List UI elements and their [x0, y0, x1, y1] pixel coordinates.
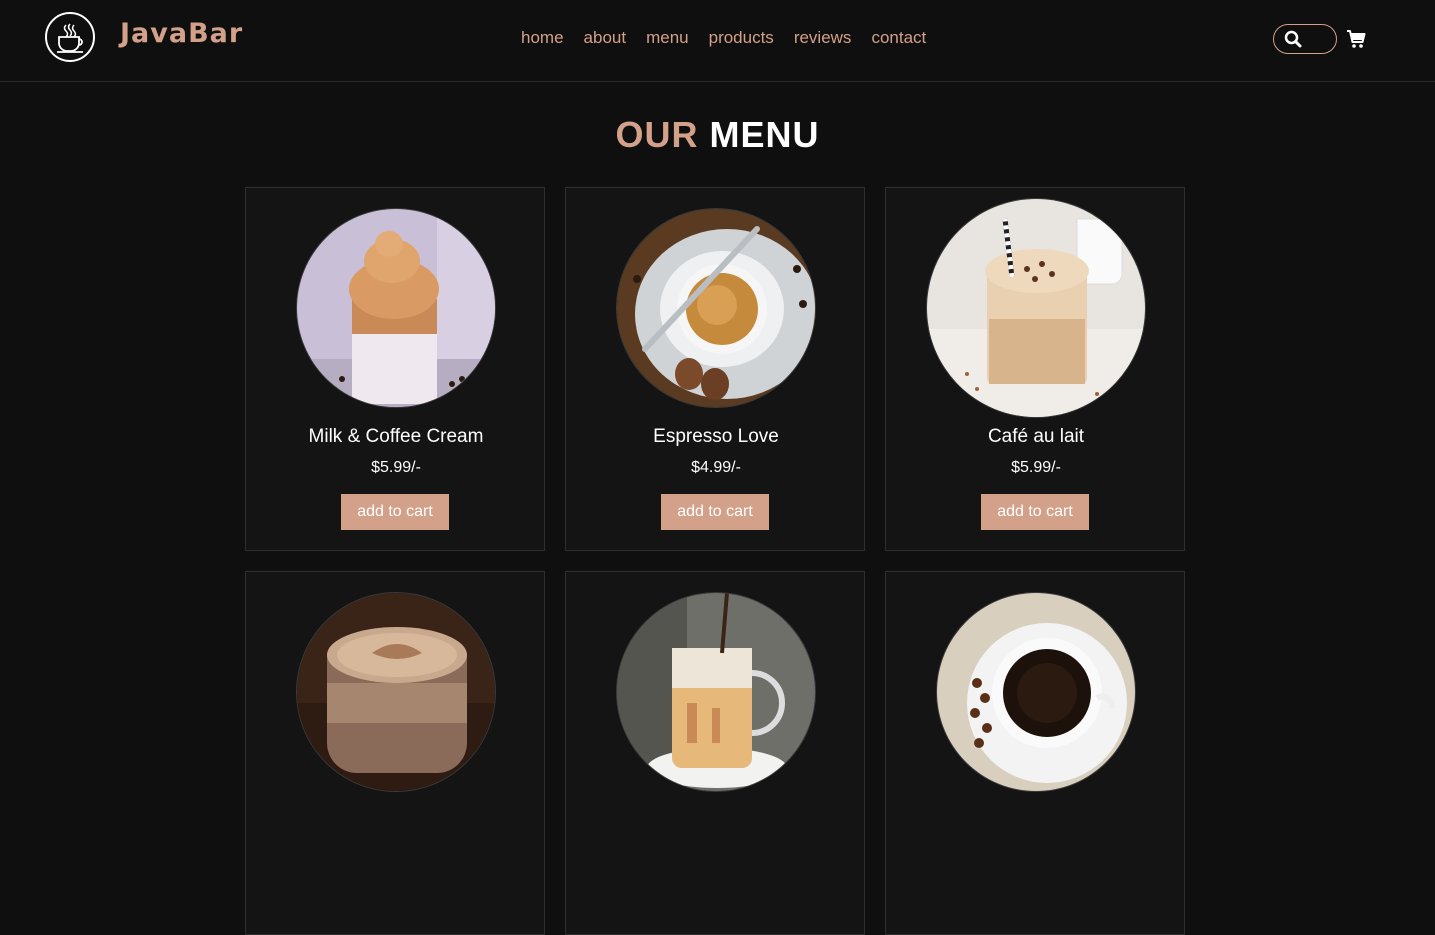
product-name: Milk & Coffee Cream: [308, 426, 484, 447]
add-to-cart-button[interactable]: add to cart: [661, 494, 769, 530]
product-name: Café au lait: [987, 426, 1085, 447]
cafe-au-lait-photo: [926, 198, 1146, 418]
menu-card: [245, 571, 545, 935]
section-title: OUR MENU: [0, 114, 1435, 156]
site-header: JavaBar home about menu products reviews…: [0, 0, 1435, 82]
americano-coffee-photo: [936, 592, 1136, 792]
menu-card: Espresso Love $4.99/- add to cart: [565, 187, 865, 551]
espresso-cup-photo: [616, 208, 816, 408]
nav-products[interactable]: products: [699, 28, 784, 48]
menu-card: Milk & Coffee Cream $5.99/- add to cart: [245, 187, 545, 551]
menu-card: [885, 571, 1185, 935]
dalgona-coffee-photo: [296, 208, 496, 408]
main-nav: home about menu products reviews contact: [511, 28, 936, 48]
nav-home[interactable]: home: [511, 28, 574, 48]
menu-card: [565, 571, 865, 935]
title-accent: OUR: [615, 114, 699, 155]
product-name: Espresso Love: [653, 426, 779, 447]
search-button[interactable]: [1273, 24, 1337, 54]
product-price: $4.99/-: [691, 459, 741, 476]
search-icon: [1284, 30, 1302, 48]
hot-chocolate-photo: [296, 592, 496, 792]
iced-coffee-photo: [616, 592, 816, 792]
brand-name[interactable]: JavaBar: [120, 18, 243, 49]
menu-grid: Milk & Coffee Cream $5.99/- add to cart …: [245, 187, 1185, 935]
nav-menu[interactable]: menu: [636, 28, 699, 48]
nav-reviews[interactable]: reviews: [784, 28, 862, 48]
add-to-cart-button[interactable]: add to cart: [981, 494, 1089, 530]
menu-card: Café au lait $5.99/- add to cart: [885, 187, 1185, 551]
product-price: $5.99/-: [371, 459, 421, 476]
nav-contact[interactable]: contact: [861, 28, 936, 48]
coffee-cup-logo-icon[interactable]: [45, 12, 95, 62]
product-price: $5.99/-: [1011, 459, 1061, 476]
add-to-cart-button[interactable]: add to cart: [341, 494, 449, 530]
title-main: MENU: [709, 114, 820, 155]
nav-about[interactable]: about: [574, 28, 637, 48]
shopping-cart-icon[interactable]: [1345, 28, 1367, 50]
